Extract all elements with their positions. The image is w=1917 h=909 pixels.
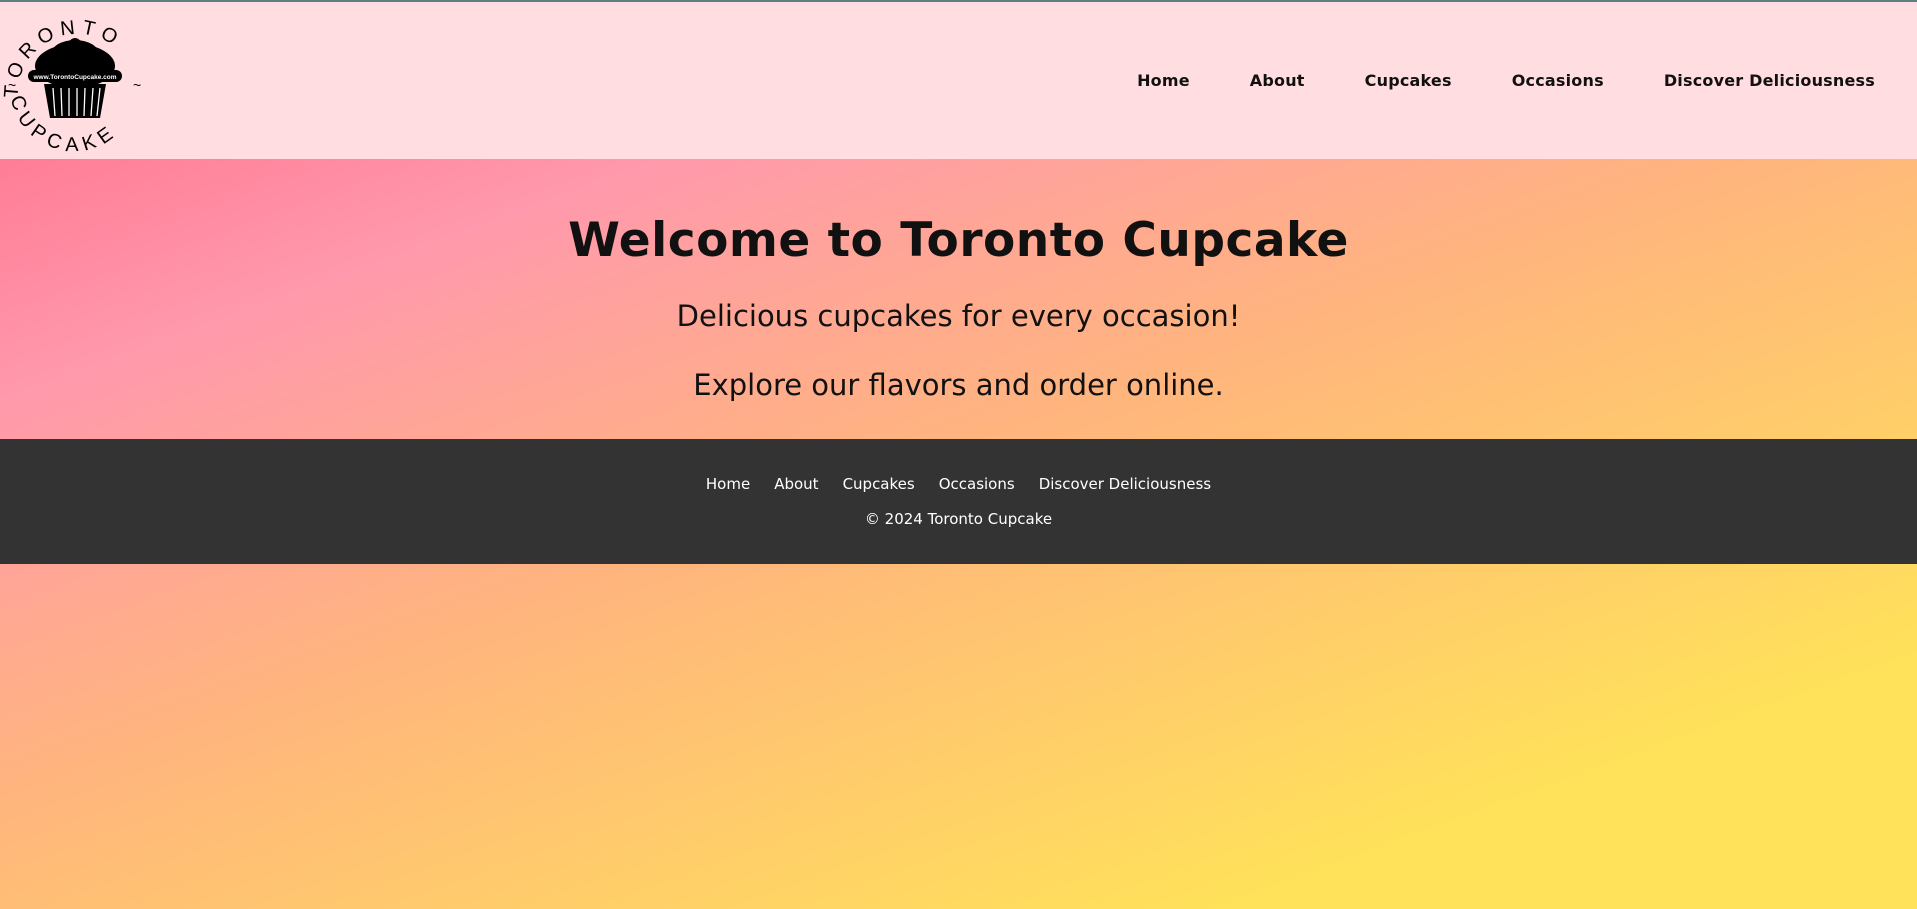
site-header: TORONTO CUPCAKE ~ ~ www.TorontoCupcake.c…	[0, 2, 1917, 159]
hero-tagline: Delicious cupcakes for every occasion!	[676, 299, 1241, 333]
hero-section: Welcome to Toronto Cupcake Delicious cup…	[0, 159, 1917, 439]
hero-subtext: Explore our flavors and order online.	[693, 368, 1224, 402]
footer-link-discover-deliciousness[interactable]: Discover Deliciousness	[1039, 475, 1211, 493]
hero-title: Welcome to Toronto Cupcake	[568, 213, 1349, 268]
nav-link-home[interactable]: Home	[1137, 71, 1190, 90]
footer-link-about[interactable]: About	[774, 475, 818, 493]
cupcake-icon: TORONTO CUPCAKE ~ ~ www.TorontoCupcake.c…	[0, 16, 141, 156]
logo-url-text: www.TorontoCupcake.com	[32, 74, 116, 81]
footer-link-occasions[interactable]: Occasions	[939, 475, 1015, 493]
footer-link-home[interactable]: Home	[706, 475, 750, 493]
nav-link-discover-deliciousness[interactable]: Discover Deliciousness	[1664, 71, 1875, 90]
nav-link-about[interactable]: About	[1250, 71, 1305, 90]
footer-nav: Home About Cupcakes Occasions Discover D…	[0, 475, 1917, 493]
svg-text:~: ~	[8, 77, 16, 93]
main-nav: Home About Cupcakes Occasions Discover D…	[1077, 71, 1875, 90]
site-logo[interactable]: TORONTO CUPCAKE ~ ~ www.TorontoCupcake.c…	[0, 6, 150, 156]
copyright-text: © 2024 Toronto Cupcake	[864, 510, 1053, 528]
svg-text:~: ~	[133, 77, 141, 93]
site-footer: Home About Cupcakes Occasions Discover D…	[0, 439, 1917, 564]
nav-link-cupcakes[interactable]: Cupcakes	[1365, 71, 1452, 90]
footer-link-cupcakes[interactable]: Cupcakes	[843, 475, 915, 493]
nav-link-occasions[interactable]: Occasions	[1512, 71, 1604, 90]
